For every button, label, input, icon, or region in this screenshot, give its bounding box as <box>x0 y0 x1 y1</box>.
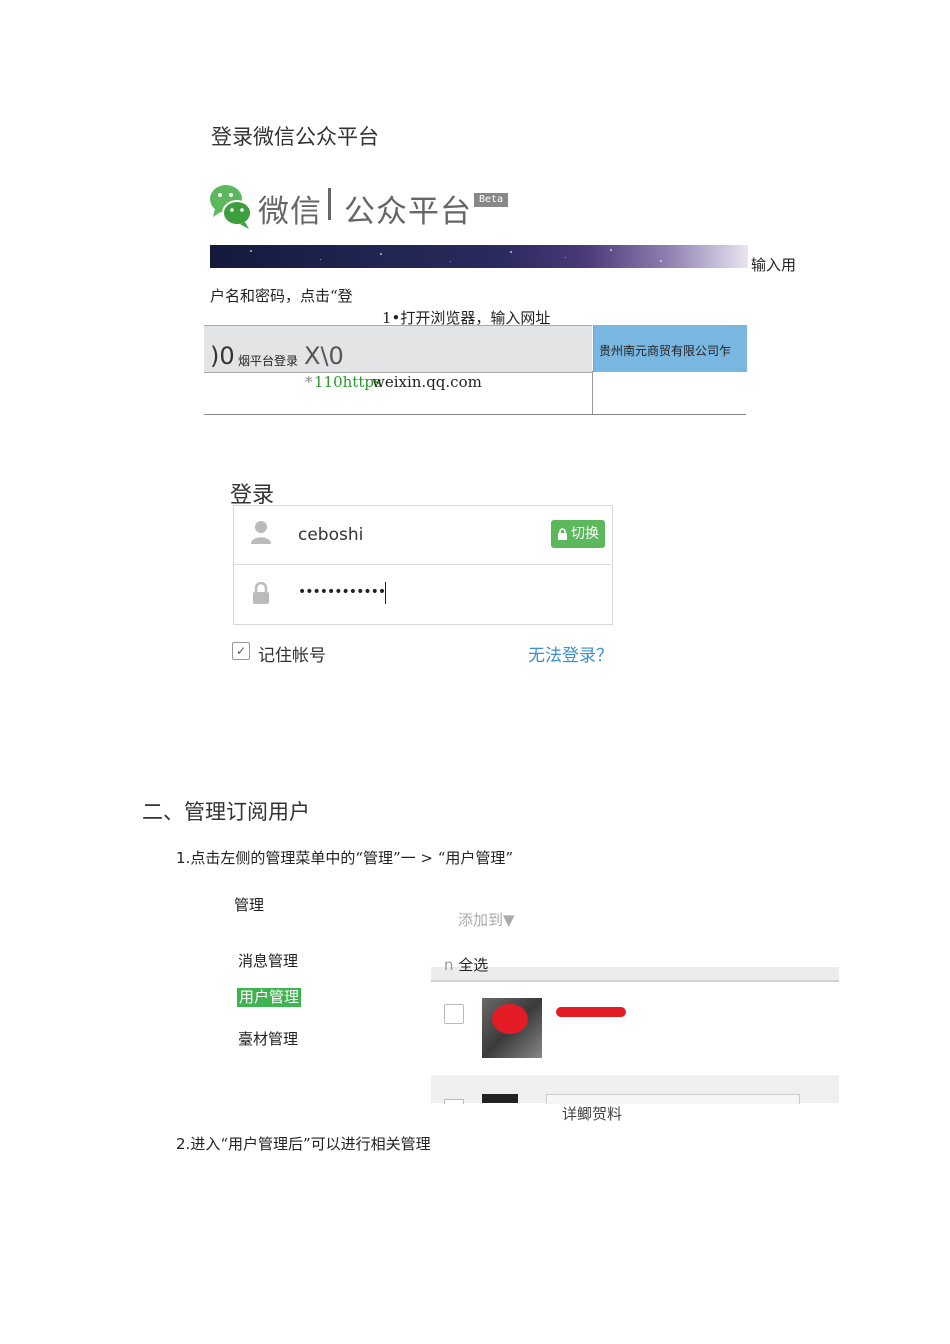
company-name: 贵州南元商贸有限公司乍 <box>599 344 732 358</box>
select-all-box: n <box>444 956 454 974</box>
header-banner-image <box>210 245 748 268</box>
text-caret <box>385 582 386 604</box>
cant-login-link[interactable]: 无法登录？ <box>528 641 613 666</box>
step-description: 点击左侧的管理菜单中的“管理”一 > “用户管理” <box>190 849 514 867</box>
step-description: 进入“用户管理后”可以进行相关管理 <box>190 1135 431 1153</box>
brand-name: 微信 <box>258 194 322 230</box>
select-all-label: 全选 <box>458 956 489 974</box>
redaction-mark <box>492 1004 528 1034</box>
password-lock-icon <box>253 581 269 608</box>
form-divider <box>234 564 611 565</box>
section-title: 登录微信公众平台 <box>211 125 379 149</box>
menu-heading: 管理 <box>234 896 265 914</box>
browser-tab[interactable]: 烟平台登录 <box>238 352 298 369</box>
lock-icon <box>558 528 567 540</box>
brand-divider <box>328 188 331 220</box>
brand-subname: 公众平台 <box>344 194 472 230</box>
remember-checkbox[interactable]: ✓ <box>232 642 250 660</box>
instruction-text: 输入用 <box>751 256 797 274</box>
tab-close-icon[interactable]: X\0 <box>304 342 344 370</box>
list-header <box>431 967 839 982</box>
switch-account-button[interactable]: 切换 <box>551 520 605 548</box>
add-to-dropdown[interactable]: 添加到▼ <box>458 909 515 930</box>
switch-label: 切换 <box>571 526 599 542</box>
section-heading: 二、管理订阅用户 <box>142 800 310 824</box>
tab-favicon: )0 <box>210 342 235 370</box>
table-divider <box>204 414 746 415</box>
redaction-mark <box>556 1007 626 1017</box>
url-domain[interactable]: weixin.qq.com <box>372 373 482 391</box>
caption-text: 详鲫贺料 <box>562 1105 623 1123</box>
url-marker: * <box>305 373 313 391</box>
beta-badge: Beta <box>474 193 508 207</box>
step-text: 1.点击左侧的管理菜单中的“管理”一 > “用户管理” <box>176 847 513 868</box>
menu-item-materials[interactable]: 臺材管理 <box>238 1028 298 1049</box>
step-text: 2.进入“用户管理后”可以进行相关管理 <box>176 1133 431 1154</box>
row-checkbox[interactable] <box>444 1099 464 1104</box>
step-number: 1. <box>176 849 191 867</box>
select-all-checkbox[interactable]: n 全选 <box>444 954 488 975</box>
row-checkbox[interactable] <box>444 1004 464 1024</box>
user-icon <box>250 520 272 548</box>
step-number: 2. <box>176 1135 191 1153</box>
wechat-logo-icon <box>209 183 253 231</box>
username-input[interactable]: ceboshi <box>298 525 363 545</box>
instruction-text: 户名和密码，点击“登 <box>210 287 353 305</box>
menu-item-messages[interactable]: 消息管理 <box>238 950 298 971</box>
table-divider <box>592 371 593 415</box>
avatar <box>482 1094 518 1103</box>
password-input[interactable]: •••••••••••• <box>298 584 386 600</box>
remember-label[interactable]: 记住帐号 <box>258 641 326 666</box>
menu-item-users[interactable]: 用户管理 <box>237 988 302 1007</box>
